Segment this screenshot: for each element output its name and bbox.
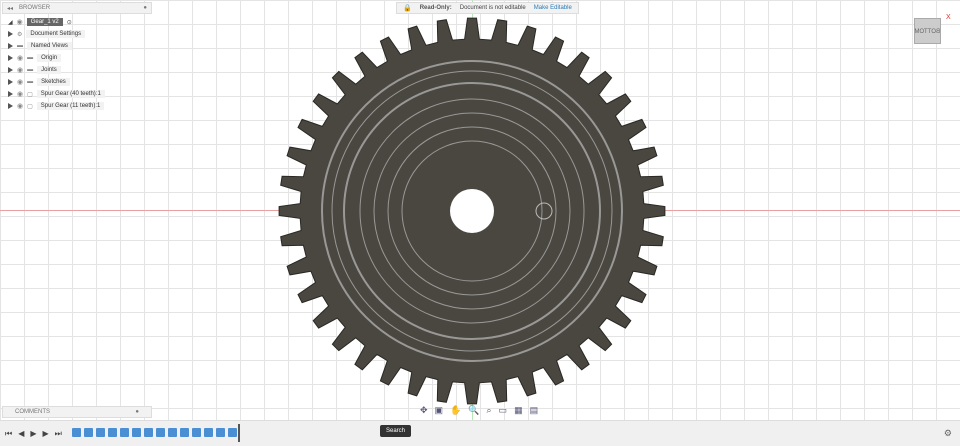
timeline-feature[interactable] <box>156 428 165 437</box>
display-settings-icon[interactable]: ▭ <box>499 405 508 416</box>
eye-icon[interactable]: ◉ <box>17 66 23 74</box>
timeline-feature[interactable] <box>216 428 225 437</box>
settings-gear-icon[interactable]: ⚙ <box>944 428 952 439</box>
pan-icon[interactable]: ✋ <box>450 405 461 416</box>
visual-style-icon[interactable]: ▦ <box>514 405 523 416</box>
expand-icon[interactable] <box>8 79 13 85</box>
timeline-feature[interactable] <box>192 428 201 437</box>
browser-title: BROWSER <box>19 5 51 11</box>
folder-icon: ▬ <box>27 79 34 85</box>
eye-icon[interactable]: ◉ <box>17 78 23 86</box>
tree-item[interactable]: ◉ ▬ Joints <box>8 64 105 76</box>
timeline-feature[interactable] <box>144 428 153 437</box>
tree-item-label[interactable]: Sketches <box>37 78 70 86</box>
component-icon: ▢ <box>27 103 33 110</box>
readonly-banner: 🔒 Read-Only: Document is not editable Ma… <box>396 2 579 14</box>
expand-icon[interactable] <box>8 91 13 97</box>
playback-controls: ⏮ ◀ ▶ ▶ ⏭ <box>5 429 62 439</box>
look-at-icon[interactable]: ▣ <box>435 405 444 416</box>
pin-icon[interactable]: ● <box>143 5 147 11</box>
eye-icon[interactable]: ◉ <box>17 18 23 26</box>
view-cube-x-axis: X <box>946 14 951 21</box>
search-tooltip[interactable]: Search <box>380 425 412 437</box>
make-editable-button[interactable]: Make Editable <box>534 5 572 11</box>
orbit-icon[interactable]: ✥ <box>420 405 428 416</box>
comments-panel[interactable]: COMMENTS ● <box>2 406 152 418</box>
zoom-window-icon[interactable]: ⌕ <box>487 405 492 416</box>
step-back-icon[interactable]: ◀ <box>18 429 24 439</box>
view-cube-face[interactable]: BOTTOM <box>914 29 940 35</box>
timeline-feature[interactable] <box>204 428 213 437</box>
eye-icon[interactable]: ◉ <box>17 54 23 62</box>
collapse-icon[interactable]: ◂◂ <box>7 5 13 12</box>
folder-icon: ▬ <box>17 43 23 49</box>
navigation-toolbar: ✥ ▣ ✋ 🔍 ⌕ ▭ ▦ ▤ <box>420 405 538 416</box>
readonly-label: Read-Only: <box>419 5 452 11</box>
tree-item-label[interactable]: Joints <box>37 66 61 74</box>
timeline-feature[interactable] <box>132 428 141 437</box>
component-icon: ▢ <box>27 91 33 98</box>
timeline-feature[interactable] <box>168 428 177 437</box>
tree-item-label[interactable]: Spur Gear (11 teeth):1 <box>36 102 105 110</box>
expand-icon[interactable] <box>8 43 13 49</box>
tree-item[interactable]: ◉ ▬ Sketches <box>8 76 105 88</box>
expand-icon[interactable] <box>8 55 13 61</box>
play-icon[interactable]: ▶ <box>30 429 36 439</box>
tree-root[interactable]: ◢ ◉ Gear_1 v2 ⊙ <box>8 16 105 28</box>
timeline-feature[interactable] <box>180 428 189 437</box>
activate-icon[interactable]: ⊙ <box>67 19 72 26</box>
pin-icon[interactable]: ● <box>135 409 139 415</box>
gear-model[interactable] <box>0 0 960 420</box>
view-cube[interactable]: BOTTOM <box>914 18 941 44</box>
timeline-feature[interactable] <box>120 428 129 437</box>
lock-icon: 🔒 <box>403 5 412 12</box>
timeline-feature[interactable] <box>108 428 117 437</box>
readonly-message: Document is not editable <box>459 5 526 11</box>
tree-item-label[interactable]: Spur Gear (40 teeth):1 <box>36 90 105 98</box>
tree-item-label[interactable]: Origin <box>37 54 62 62</box>
eye-icon[interactable]: ◉ <box>17 102 23 110</box>
timeline-feature[interactable] <box>228 428 237 437</box>
expand-icon[interactable] <box>8 103 13 109</box>
skip-start-icon[interactable]: ⏮ <box>5 429 12 439</box>
timeline-feature[interactable] <box>84 428 93 437</box>
root-label[interactable]: Gear_1 v2 <box>26 18 63 26</box>
folder-icon: ▬ <box>27 55 34 61</box>
expand-icon[interactable] <box>8 67 13 73</box>
tree-item[interactable]: ◉ ▢ Spur Gear (11 teeth):1 <box>8 100 105 112</box>
skip-end-icon[interactable]: ⏭ <box>55 429 62 439</box>
tree-item[interactable]: ◉ ▢ Spur Gear (40 teeth):1 <box>8 88 105 100</box>
step-forward-icon[interactable]: ▶ <box>43 429 49 439</box>
browser-panel-header[interactable]: ◂◂ BROWSER ● <box>2 2 152 14</box>
tree-item-label[interactable]: Document Settings <box>26 30 86 38</box>
folder-icon: ▬ <box>27 67 34 73</box>
browser-tree: ◢ ◉ Gear_1 v2 ⊙ ⚙ Document Settings ▬ Named Vi… <box>8 16 105 112</box>
eye-icon[interactable]: ◉ <box>17 90 23 98</box>
timeline-features <box>72 424 237 437</box>
tree-item[interactable]: ⚙ Document Settings <box>8 28 105 40</box>
comments-title: COMMENTS <box>15 409 50 415</box>
timeline-feature[interactable] <box>96 428 105 437</box>
timeline-marker[interactable] <box>238 424 240 442</box>
expand-icon[interactable]: ◢ <box>8 19 13 26</box>
expand-icon[interactable] <box>8 31 13 37</box>
tree-item-label[interactable]: Named Views <box>27 42 72 50</box>
gear-icon: ⚙ <box>17 31 23 38</box>
grid-icon[interactable]: ▤ <box>530 405 539 416</box>
zoom-icon[interactable]: 🔍 <box>468 405 479 416</box>
bore-hole <box>450 189 494 233</box>
timeline-feature[interactable] <box>72 428 81 437</box>
tree-item[interactable]: ◉ ▬ Origin <box>8 52 105 64</box>
tree-item[interactable]: ▬ Named Views <box>8 40 105 52</box>
